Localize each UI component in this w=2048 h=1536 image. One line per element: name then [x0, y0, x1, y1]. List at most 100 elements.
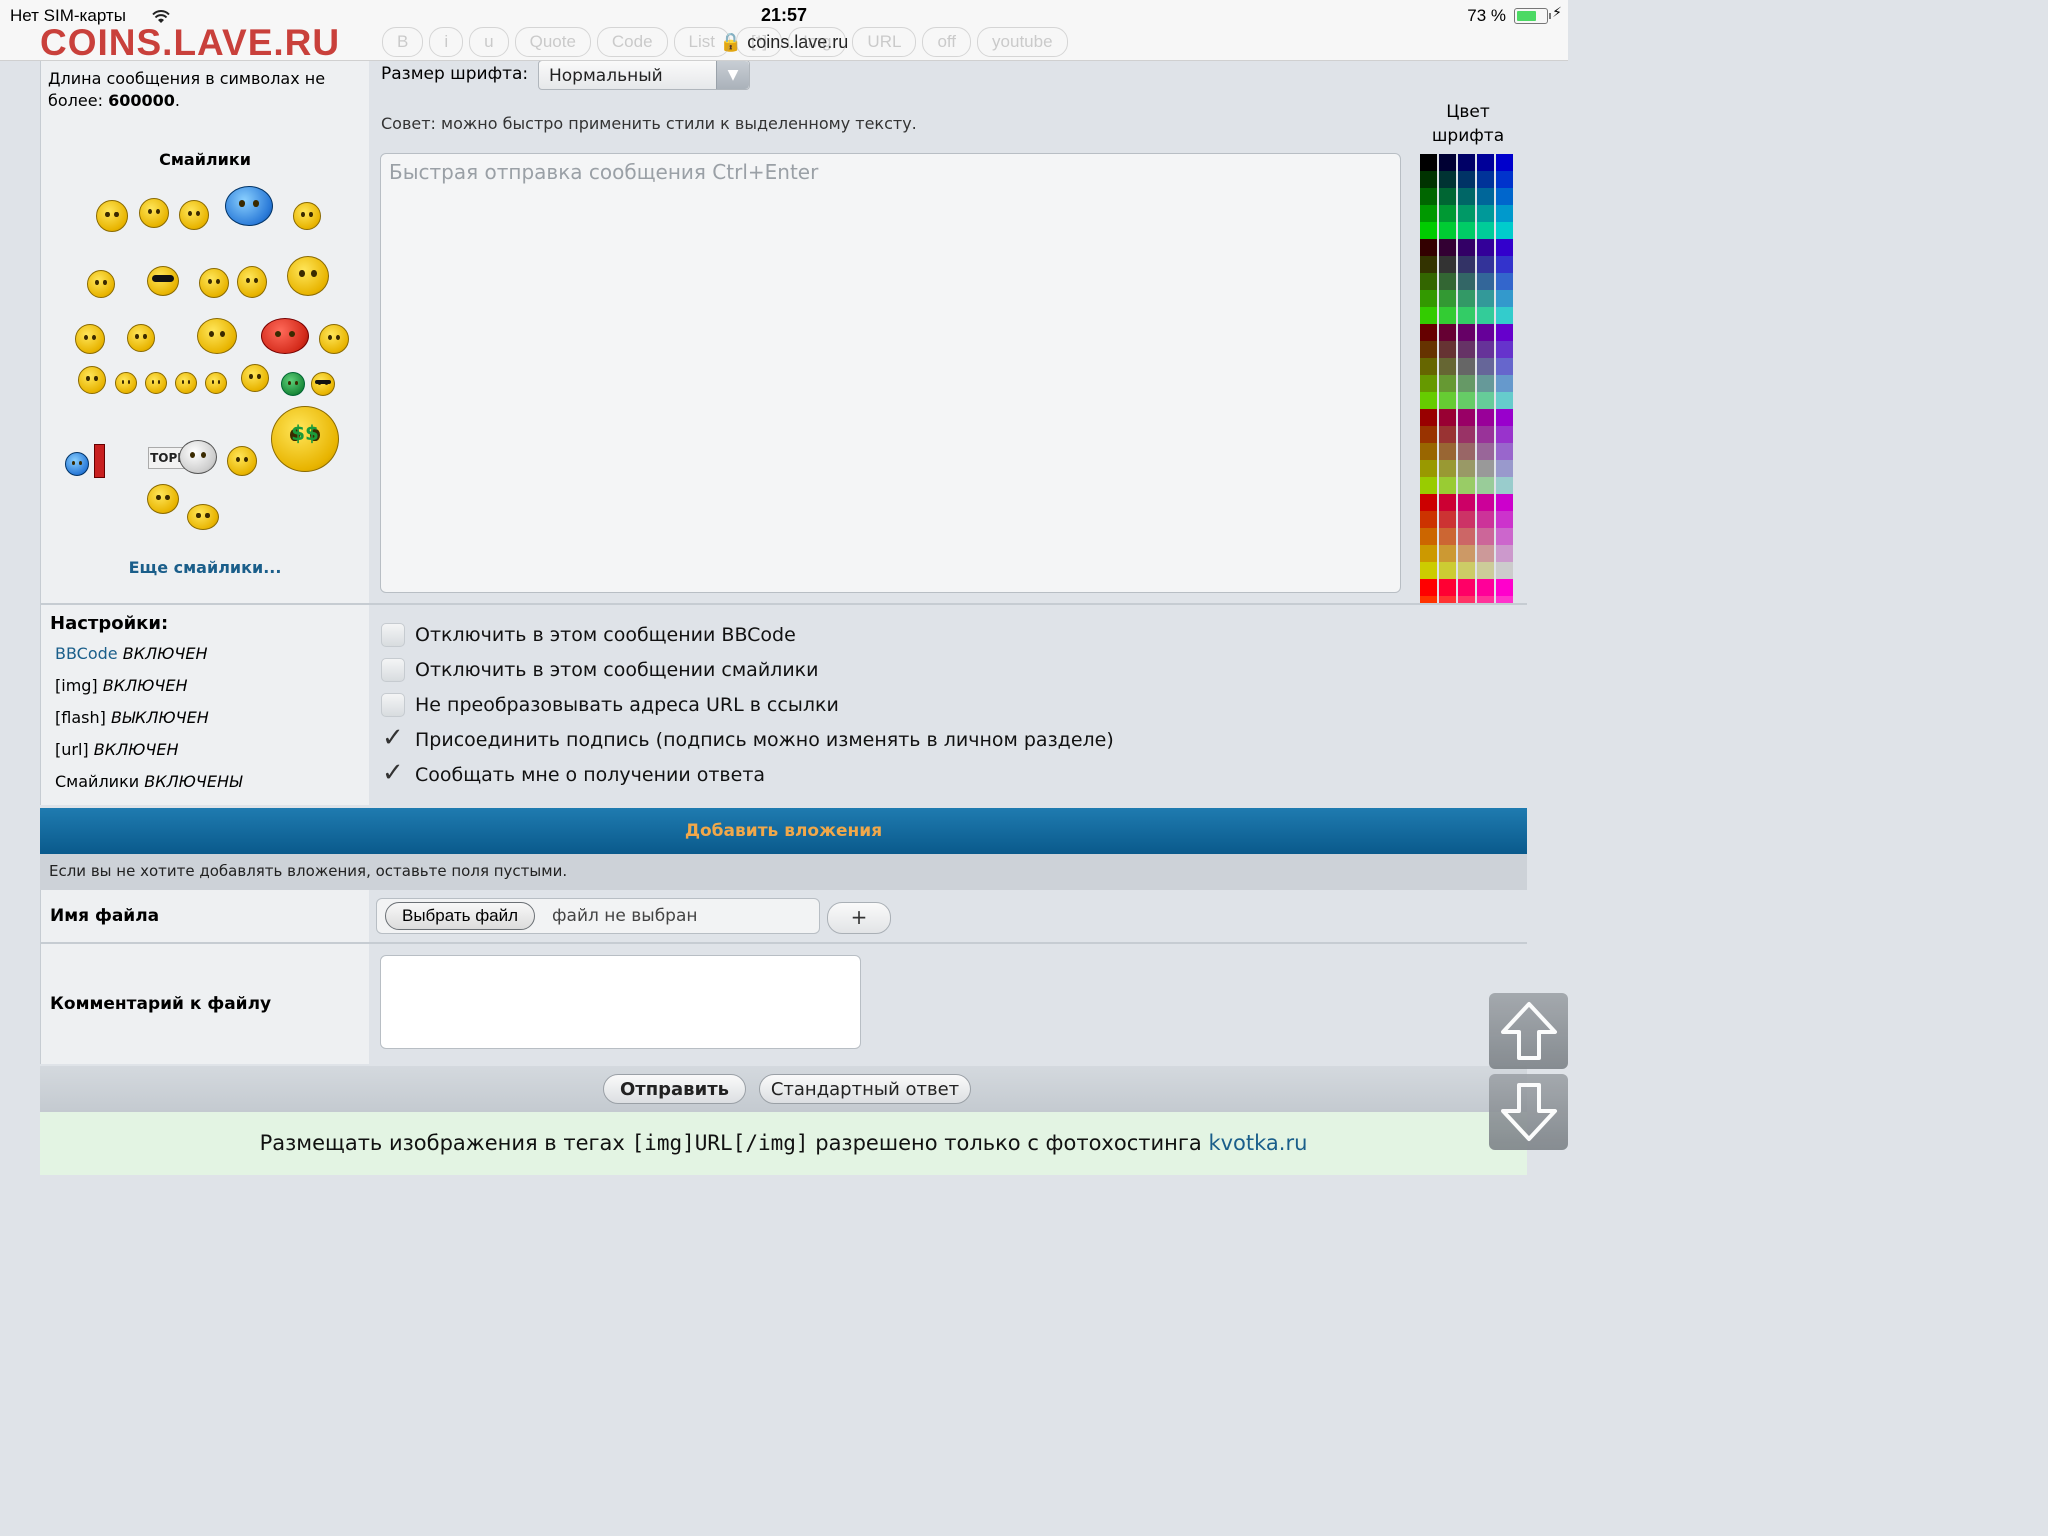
color-swatch[interactable] [1477, 477, 1494, 494]
color-swatch[interactable] [1477, 375, 1494, 392]
smiley-question-icon[interactable] [145, 372, 167, 394]
smiley-icon[interactable] [179, 200, 209, 230]
color-swatch[interactable] [1458, 545, 1475, 562]
color-swatch[interactable] [1458, 222, 1475, 239]
color-swatch[interactable] [1420, 205, 1437, 222]
color-swatch[interactable] [1439, 443, 1456, 460]
color-swatch[interactable] [1458, 358, 1475, 375]
file-comment-textarea[interactable] [380, 955, 861, 1049]
color-swatch[interactable] [1439, 273, 1456, 290]
color-swatch[interactable] [1439, 239, 1456, 256]
color-swatch[interactable] [1420, 171, 1437, 188]
color-swatch[interactable] [1458, 443, 1475, 460]
color-swatch[interactable] [1439, 579, 1456, 596]
standard-reply-button[interactable]: Стандартный ответ [759, 1074, 971, 1104]
color-swatch[interactable] [1458, 205, 1475, 222]
color-swatch[interactable] [1496, 290, 1513, 307]
color-swatch[interactable] [1420, 239, 1437, 256]
red-sign-icon[interactable] [94, 444, 105, 478]
color-swatch[interactable] [1458, 426, 1475, 443]
smiley-icon[interactable] [225, 186, 273, 226]
smiley-icon[interactable] [96, 200, 128, 232]
color-swatch[interactable] [1439, 477, 1456, 494]
color-swatch[interactable] [1458, 324, 1475, 341]
color-swatch[interactable] [1477, 358, 1494, 375]
color-swatch[interactable] [1496, 511, 1513, 528]
checkbox-checked[interactable] [381, 758, 405, 788]
color-swatch[interactable] [1439, 222, 1456, 239]
bbcode-button[interactable]: youtube [977, 27, 1068, 57]
more-smilies-link[interactable]: Еще смайлики... [41, 558, 369, 577]
color-swatch[interactable] [1496, 256, 1513, 273]
checkbox-checked[interactable] [381, 723, 405, 753]
smiley-icon[interactable] [197, 318, 237, 354]
smiley-devil-icon[interactable] [261, 318, 309, 354]
color-swatch[interactable] [1458, 341, 1475, 358]
color-swatch[interactable] [1496, 460, 1513, 477]
color-swatch[interactable] [1496, 358, 1513, 375]
color-swatch[interactable] [1477, 545, 1494, 562]
color-swatch[interactable] [1496, 409, 1513, 426]
color-swatch[interactable] [1420, 222, 1437, 239]
color-swatch[interactable] [1439, 545, 1456, 562]
color-swatch[interactable] [1458, 171, 1475, 188]
smiley-icon[interactable] [319, 324, 349, 354]
color-swatch[interactable] [1439, 375, 1456, 392]
color-swatch[interactable] [1496, 562, 1513, 579]
color-swatch[interactable] [1496, 545, 1513, 562]
option-no-url-links[interactable]: Не преобразовывать адреса URL в ссылки [381, 690, 839, 720]
color-swatch[interactable] [1477, 273, 1494, 290]
color-swatch[interactable] [1477, 188, 1494, 205]
color-swatch[interactable] [1439, 392, 1456, 409]
color-swatch[interactable] [1477, 426, 1494, 443]
color-swatch[interactable] [1439, 409, 1456, 426]
color-swatch[interactable] [1477, 256, 1494, 273]
color-swatch[interactable] [1439, 460, 1456, 477]
bbcode-link[interactable]: BBCode [55, 644, 118, 663]
bbcode-button[interactable]: Img [788, 27, 847, 57]
color-swatch[interactable] [1477, 239, 1494, 256]
color-swatch[interactable] [1477, 341, 1494, 358]
color-swatch[interactable] [1458, 528, 1475, 545]
color-swatch[interactable] [1458, 375, 1475, 392]
color-swatch[interactable] [1496, 579, 1513, 596]
option-disable-bbcode[interactable]: Отключить в этом сообщении BBCode [381, 620, 796, 650]
color-swatch[interactable] [1477, 154, 1494, 171]
color-swatch[interactable] [1496, 375, 1513, 392]
color-swatch[interactable] [1439, 290, 1456, 307]
color-swatch[interactable] [1420, 511, 1437, 528]
color-swatch[interactable] [1477, 460, 1494, 477]
color-swatch[interactable] [1477, 324, 1494, 341]
color-swatch[interactable] [1439, 528, 1456, 545]
color-swatch[interactable] [1496, 171, 1513, 188]
color-swatch[interactable] [1496, 307, 1513, 324]
smiley-idea-icon[interactable] [175, 372, 197, 394]
color-swatch[interactable] [1458, 392, 1475, 409]
color-swatch[interactable] [1477, 392, 1494, 409]
color-swatch[interactable] [1439, 341, 1456, 358]
color-swatch[interactable] [1420, 375, 1437, 392]
color-swatch[interactable] [1439, 494, 1456, 511]
color-swatch[interactable] [1458, 273, 1475, 290]
color-swatch[interactable] [1496, 239, 1513, 256]
color-swatch[interactable] [1420, 460, 1437, 477]
color-swatch[interactable] [1420, 494, 1437, 511]
color-swatch[interactable] [1477, 290, 1494, 307]
checkbox[interactable] [381, 658, 405, 682]
color-swatch[interactable] [1439, 426, 1456, 443]
color-swatch[interactable] [1439, 205, 1456, 222]
color-swatch[interactable] [1496, 443, 1513, 460]
color-swatch[interactable] [1420, 545, 1437, 562]
color-swatch[interactable] [1477, 307, 1494, 324]
option-disable-smilies[interactable]: Отключить в этом сообщении смайлики [381, 655, 819, 685]
color-swatch[interactable] [1420, 154, 1437, 171]
smiley-icon[interactable] [139, 198, 169, 228]
color-swatch[interactable] [1458, 579, 1475, 596]
smiley-arrow-icon[interactable] [205, 372, 227, 394]
color-swatch[interactable] [1496, 273, 1513, 290]
add-file-button[interactable]: + [827, 902, 891, 934]
smiley-icon[interactable] [87, 270, 115, 298]
option-notify-reply[interactable]: Сообщать мне о получении ответа [381, 758, 765, 790]
color-swatch[interactable] [1458, 494, 1475, 511]
color-swatch[interactable] [1439, 154, 1456, 171]
